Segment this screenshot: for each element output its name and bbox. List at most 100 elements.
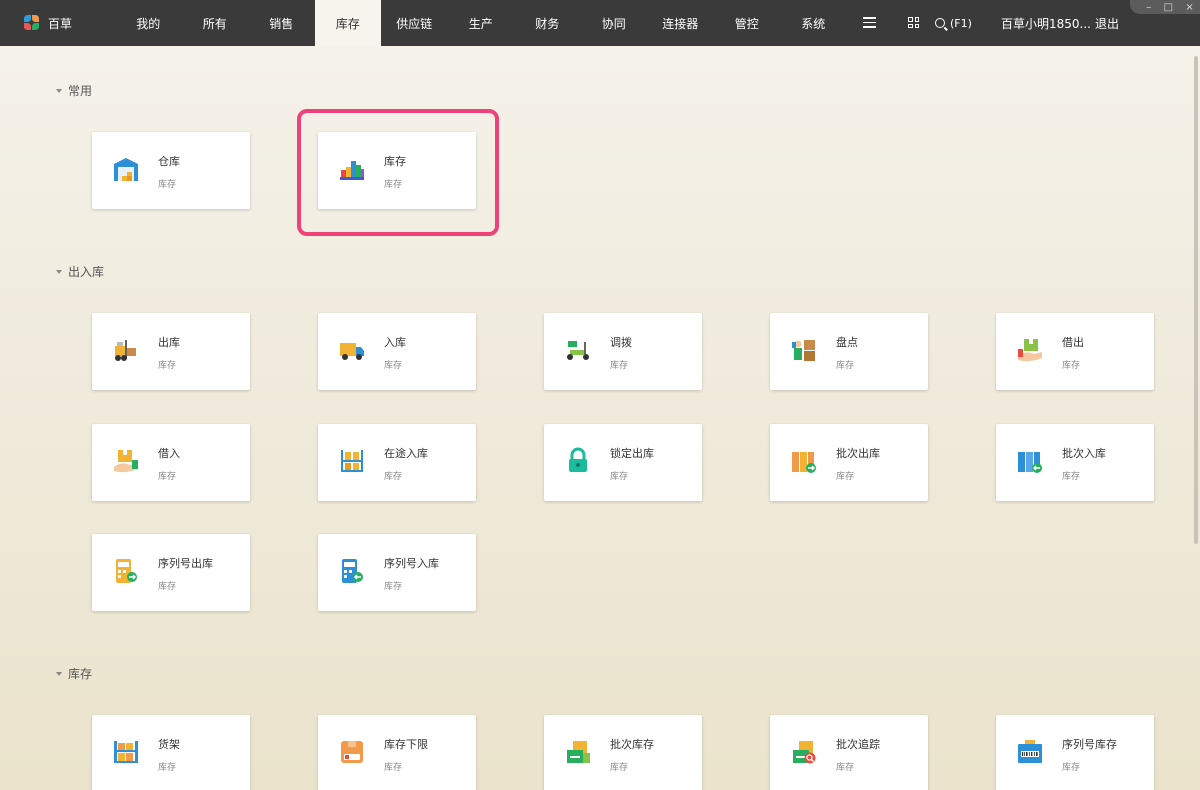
card-category: 库存 [836, 763, 855, 773]
menu-card[interactable]: 出库 库存 [92, 313, 250, 390]
menu-card[interactable]: 盘点 库存 [770, 313, 928, 390]
card-category: 库存 [610, 763, 629, 773]
card-category: 库存 [158, 582, 177, 592]
nav-tab-8[interactable]: 连接器 [647, 0, 714, 46]
nav-tab-7[interactable]: 协同 [581, 0, 648, 46]
card-category: 库存 [384, 472, 403, 482]
forklift-icon [112, 336, 140, 364]
card-title: 在途入库 [384, 447, 428, 460]
batch-trace-icon [790, 738, 818, 766]
caret-down-icon [56, 88, 62, 93]
section-header[interactable]: 库存 [56, 665, 92, 682]
card-category: 库存 [384, 180, 403, 190]
caret-down-icon [56, 269, 62, 274]
card-category: 库存 [1062, 763, 1081, 773]
close-icon[interactable]: × [1185, 2, 1193, 13]
card-title: 批次出库 [836, 447, 880, 460]
shelf-boxes-icon [338, 447, 366, 475]
card-category: 库存 [158, 763, 177, 773]
search-icon [935, 18, 945, 28]
user-name[interactable]: 百草小明1850... [1001, 0, 1091, 46]
menu-card[interactable]: 库存 库存 [318, 132, 476, 209]
nav-tab-0[interactable]: 我的 [115, 0, 182, 46]
card-category: 库存 [610, 472, 629, 482]
nav-tab-1[interactable]: 所有 [182, 0, 249, 46]
card-category: 库存 [610, 361, 629, 371]
grid-apps-icon[interactable] [908, 17, 919, 28]
menu-card[interactable]: 在途入库 库存 [318, 424, 476, 501]
nav-tab-3[interactable]: 库存 [314, 0, 381, 46]
card-title: 序列号库存 [1062, 738, 1117, 751]
vertical-scrollbar[interactable] [1194, 56, 1198, 544]
card-title: 库存 [384, 155, 406, 168]
menu-card[interactable]: 序列号入库 库存 [318, 534, 476, 611]
card-category: 库存 [1062, 472, 1081, 482]
menu-card[interactable]: 借出 库存 [996, 313, 1154, 390]
card-category: 库存 [384, 361, 403, 371]
menu-card[interactable]: 批次出库 库存 [770, 424, 928, 501]
borrow-in-icon [112, 447, 140, 475]
menu-card[interactable]: 调拨 库存 [544, 313, 702, 390]
section-title: 常用 [68, 84, 93, 98]
section-header[interactable]: 常用 [56, 82, 92, 99]
nav-tab-5[interactable]: 生产 [448, 0, 515, 46]
inventory-count-icon [790, 336, 818, 364]
nav-tab-10[interactable]: 系统 [780, 0, 847, 46]
card-category: 库存 [836, 361, 855, 371]
brand[interactable]: 百草 [24, 0, 72, 46]
search-button[interactable]: (F1) [935, 0, 972, 46]
section-title: 库存 [68, 667, 93, 681]
card-title: 批次追踪 [836, 738, 880, 751]
window-controls: – □ × [1130, 0, 1200, 14]
serial-out-icon [112, 557, 140, 585]
nav-tab-4[interactable]: 供应链 [381, 0, 448, 46]
menu-card[interactable]: 序列号出库 库存 [92, 534, 250, 611]
menu-icon[interactable] [863, 17, 876, 28]
card-title: 调拨 [610, 336, 632, 349]
nav-tab-2[interactable]: 销售 [248, 0, 315, 46]
delivery-truck-icon [338, 336, 366, 364]
menu-card[interactable]: 锁定出库 库存 [544, 424, 702, 501]
card-title: 序列号出库 [158, 557, 213, 570]
menu-card[interactable]: 批次追踪 库存 [770, 715, 928, 790]
card-category: 库存 [158, 472, 177, 482]
nav-tab-9[interactable]: 管控 [714, 0, 781, 46]
card-title: 锁定出库 [610, 447, 654, 460]
card-category: 库存 [158, 361, 177, 371]
search-shortcut: (F1) [950, 16, 972, 30]
serial-in-icon [338, 557, 366, 585]
menu-card[interactable]: 批次库存 库存 [544, 715, 702, 790]
card-title: 仓库 [158, 155, 180, 168]
warehouse-icon [112, 155, 140, 183]
menu-card[interactable]: 仓库 库存 [92, 132, 250, 209]
serial-stock-icon [1016, 738, 1044, 766]
nav-tab-6[interactable]: 财务 [514, 0, 581, 46]
section-header[interactable]: 出入库 [56, 263, 104, 280]
menu-card[interactable]: 货架 库存 [92, 715, 250, 790]
maximize-icon[interactable]: □ [1164, 2, 1173, 13]
card-title: 入库 [384, 336, 406, 349]
menu-card[interactable]: 批次入库 库存 [996, 424, 1154, 501]
card-category: 库存 [158, 180, 177, 190]
menu-card[interactable]: 库存下限 库存 [318, 715, 476, 790]
brand-logo-icon [24, 15, 40, 31]
stock-min-icon [338, 738, 366, 766]
menu-card[interactable]: 序列号库存 库存 [996, 715, 1154, 790]
card-title: 借出 [1062, 336, 1084, 349]
minimize-icon[interactable]: – [1146, 2, 1151, 13]
logout-button[interactable]: 退出 [1095, 0, 1119, 46]
lend-out-icon [1016, 336, 1044, 364]
card-category: 库存 [384, 763, 403, 773]
card-title: 序列号入库 [384, 557, 439, 570]
menu-card[interactable]: 借入 库存 [92, 424, 250, 501]
card-category: 库存 [836, 472, 855, 482]
main-nav: 我的 所有 销售 库存 供应链 生产 财务 协同 连接器 管控 系统 [115, 0, 847, 46]
card-title: 盘点 [836, 336, 858, 349]
batch-stock-icon [564, 738, 592, 766]
brand-name: 百草 [48, 16, 73, 31]
menu-card[interactable]: 入库 库存 [318, 313, 476, 390]
card-title: 借入 [158, 447, 180, 460]
rack-icon [112, 738, 140, 766]
section-title: 出入库 [68, 265, 105, 279]
card-category: 库存 [384, 582, 403, 592]
